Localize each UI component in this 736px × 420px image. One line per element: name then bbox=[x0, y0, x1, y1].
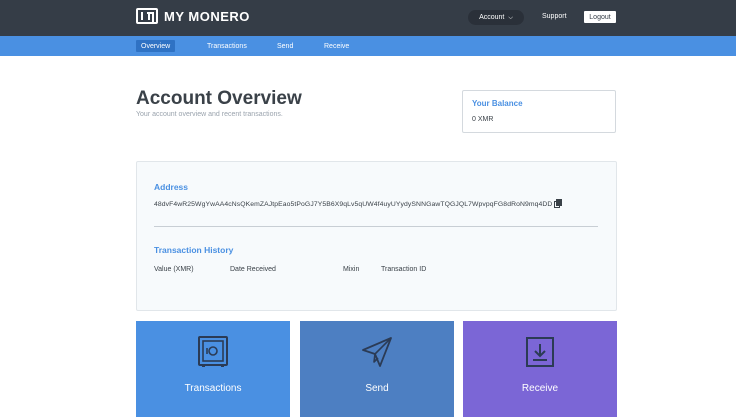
column-header-mixin: Mixin bbox=[343, 266, 360, 273]
receive-tile-label: Receive bbox=[521, 383, 559, 394]
support-link[interactable]: Support bbox=[542, 13, 567, 20]
balance-card: Your Balance 0 XMR bbox=[462, 90, 616, 133]
tab-transactions[interactable]: Transactions bbox=[207, 40, 247, 52]
nav-bar: Overview Transactions Send Receive bbox=[0, 36, 736, 56]
paper-plane-icon bbox=[362, 337, 392, 367]
send-tile[interactable]: Send bbox=[300, 321, 454, 417]
tab-receive[interactable]: Receive bbox=[324, 40, 349, 52]
address-label: Address bbox=[154, 182, 189, 192]
page-subtitle: Your account overview and recent transac… bbox=[136, 111, 283, 118]
transactions-tile-label: Transactions bbox=[184, 383, 242, 394]
balance-title: Your Balance bbox=[472, 99, 523, 108]
address-row: 48dvF4wR25WgYwAA4cNsQKemZAJtpEao5tPoGJ7Y… bbox=[154, 199, 563, 208]
tab-send[interactable]: Send bbox=[277, 40, 293, 52]
transactions-tile[interactable]: Transactions bbox=[136, 321, 290, 417]
logo-text: MY MONERO bbox=[164, 8, 250, 24]
chevron-down-icon: ⌵ bbox=[508, 14, 513, 21]
column-header-value: Value (XMR) bbox=[154, 266, 194, 273]
address-value[interactable]: 48dvF4wR25WgYwAA4cNsQKemZAJtpEao5tPoGJ7Y… bbox=[154, 201, 552, 208]
balance-value: 0 XMR bbox=[472, 116, 494, 123]
copy-icon[interactable] bbox=[554, 199, 563, 208]
monero-logo-icon bbox=[136, 8, 158, 24]
column-header-transaction-id: Transaction ID bbox=[381, 266, 427, 273]
top-bar: MY MONERO Account ⌵ Support Logout bbox=[0, 0, 736, 36]
download-icon bbox=[526, 337, 554, 367]
safe-icon bbox=[198, 336, 228, 367]
divider bbox=[154, 226, 598, 227]
logo[interactable]: MY MONERO bbox=[136, 8, 250, 24]
transaction-history-label: Transaction History bbox=[154, 245, 234, 255]
receive-tile[interactable]: Receive bbox=[463, 321, 617, 417]
account-info-panel: Address 48dvF4wR25WgYwAA4cNsQKemZAJtpEao… bbox=[136, 161, 617, 311]
logout-button[interactable]: Logout bbox=[584, 11, 616, 23]
tab-overview[interactable]: Overview bbox=[136, 40, 176, 52]
account-label: Account bbox=[479, 14, 505, 21]
column-header-date: Date Received bbox=[230, 266, 276, 273]
send-tile-label: Send bbox=[365, 383, 389, 394]
page-title: Account Overview bbox=[136, 88, 302, 109]
account-dropdown[interactable]: Account ⌵ bbox=[468, 10, 524, 25]
